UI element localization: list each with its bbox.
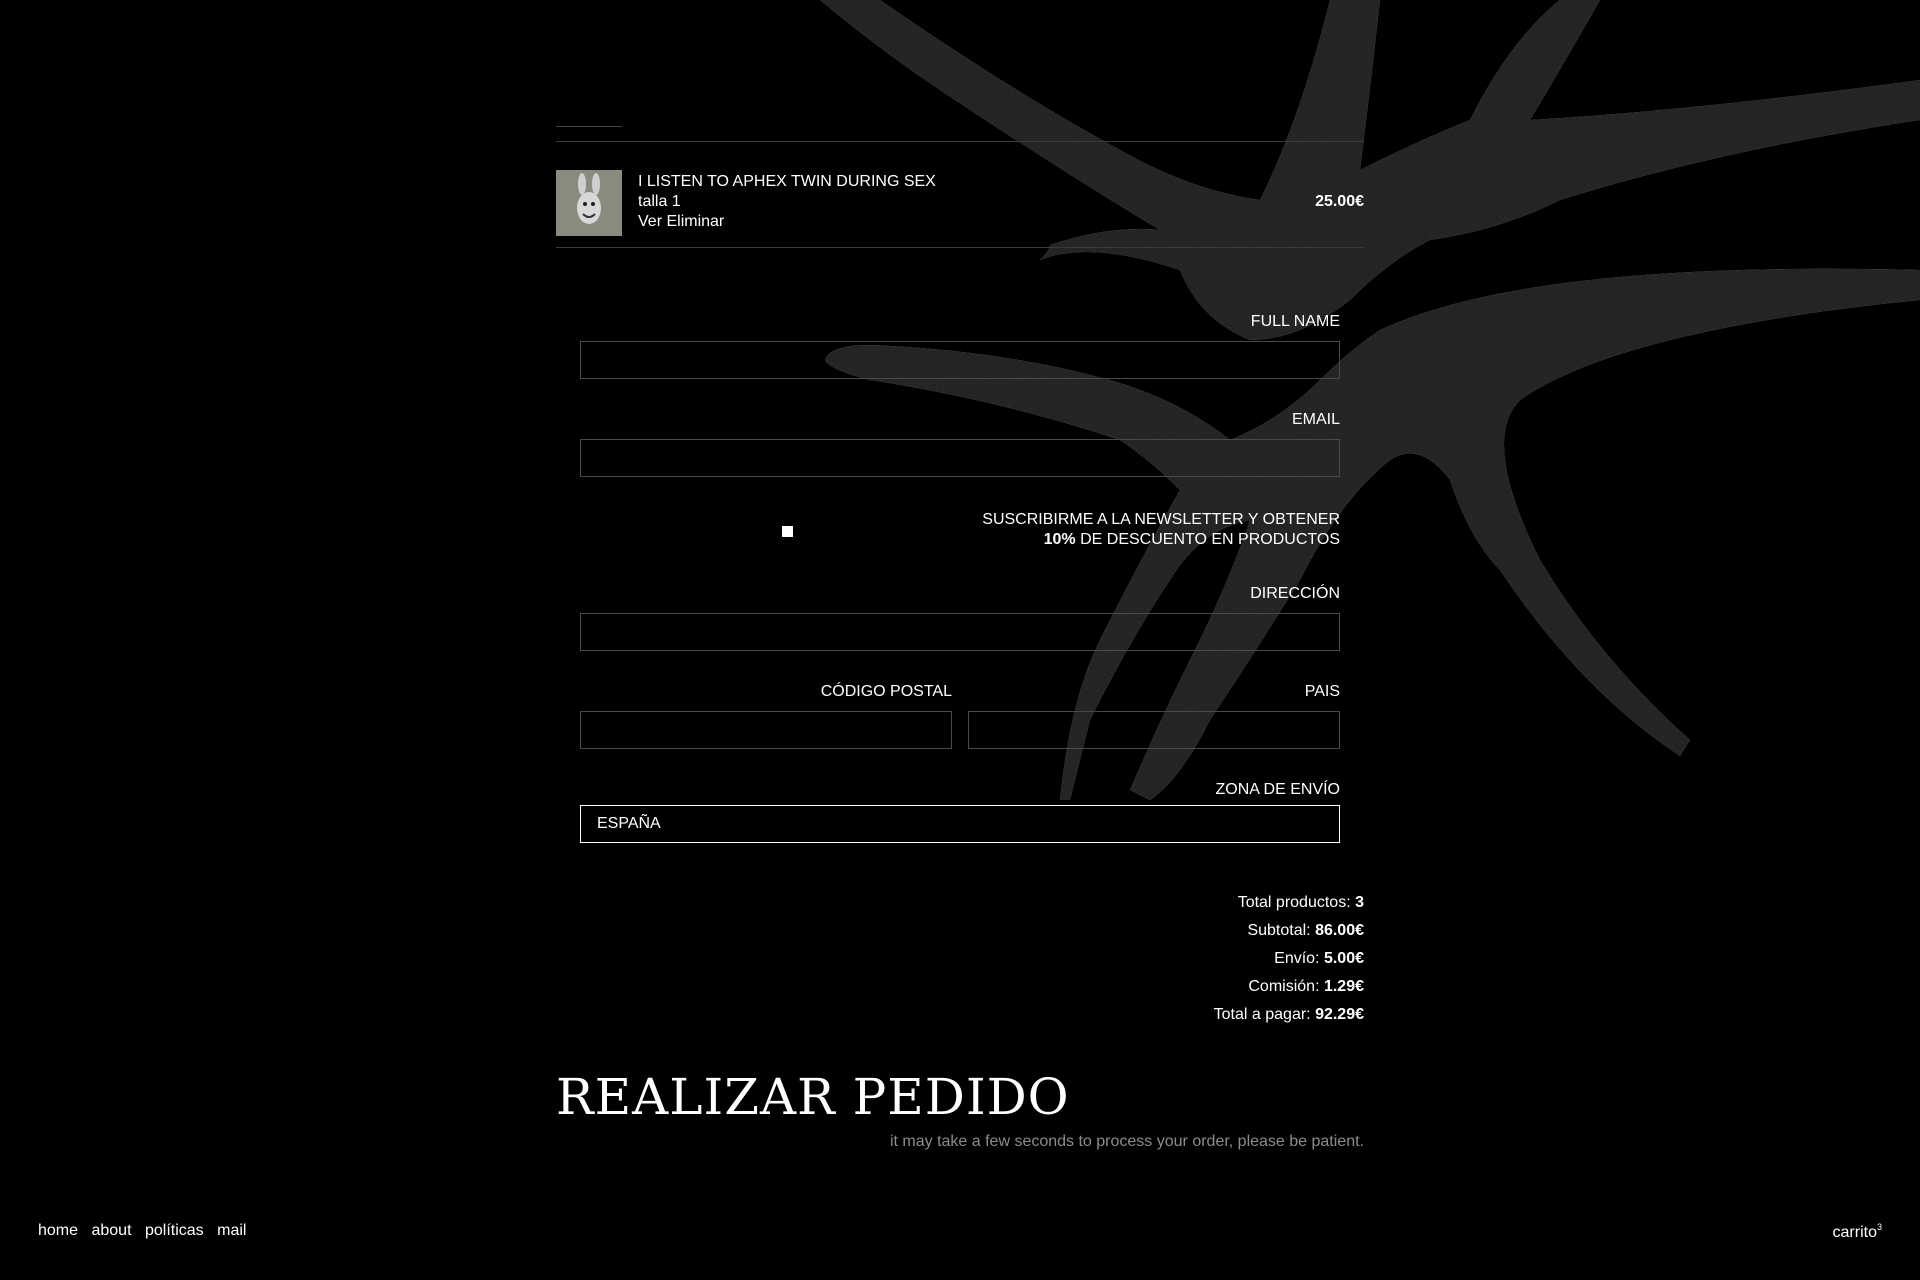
total-products-value: 3 <box>1355 894 1364 911</box>
subtotal-label: Subtotal: <box>1247 922 1316 939</box>
cart-label: carrito <box>1832 1224 1877 1241</box>
fee-value: 1.29€ <box>1323 978 1364 995</box>
product-thumbnail[interactable] <box>556 170 622 236</box>
processing-note: it may take a few seconds to process you… <box>889 1133 1364 1150</box>
fee-label: Comisión: <box>1248 978 1324 995</box>
country-input[interactable] <box>968 711 1340 749</box>
footer-link-mail[interactable]: mail <box>217 1222 246 1239</box>
newsletter-line-2: DE DESCUENTO EN PRODUCTOS <box>1075 531 1340 548</box>
newsletter-label: SUSCRIBIRME A LA NEWSLETTER Y OBTENER 10… <box>982 510 1340 550</box>
order-totals: Total productos: 3 Subtotal: 86.00€ Enví… <box>1214 889 1364 1029</box>
full-name-label: FULL NAME <box>1250 313 1340 330</box>
divider <box>556 141 1364 142</box>
newsletter-discount: 10% <box>1043 531 1076 548</box>
footer-link-about[interactable]: about <box>91 1222 131 1239</box>
address-input[interactable] <box>580 613 1340 651</box>
shipping-zone-select[interactable]: ESPAÑA <box>580 805 1340 843</box>
address-label: DIRECCIÓN <box>1250 585 1340 602</box>
newsletter-checkbox[interactable] <box>782 526 793 537</box>
shipping-value: 5.00€ <box>1323 950 1364 967</box>
cart-link[interactable]: carrito3 <box>1833 1222 1882 1242</box>
email-label: EMAIL <box>1291 411 1340 428</box>
top-divider <box>556 126 622 127</box>
total-to-pay-label: Total a pagar: <box>1213 1006 1316 1023</box>
postal-code-label: CÓDIGO POSTAL <box>820 683 952 700</box>
footer-link-policies[interactable]: políticas <box>145 1222 204 1239</box>
footer-link-home[interactable]: home <box>38 1222 78 1239</box>
total-to-pay-value: 92.29€ <box>1315 1006 1364 1023</box>
email-input[interactable] <box>580 439 1340 477</box>
place-order-button[interactable]: REALIZAR PEDIDO <box>556 1068 1070 1126</box>
product-price: 25.00€ <box>1315 193 1364 210</box>
remove-item-link[interactable]: Eliminar <box>666 213 724 230</box>
cart-count: 3 <box>1876 1222 1882 1232</box>
shipping-zone-label: ZONA DE ENVÍO <box>1215 781 1340 798</box>
country-label: PAIS <box>1304 683 1340 700</box>
divider <box>556 247 1364 248</box>
rabbit-graphic-icon <box>556 170 622 236</box>
product-size: talla 1 <box>638 193 681 210</box>
postal-code-input[interactable] <box>580 711 952 749</box>
shipping-label: Envío: <box>1274 950 1324 967</box>
newsletter-line-1: SUSCRIBIRME A LA NEWSLETTER Y OBTENER <box>982 511 1340 528</box>
full-name-input[interactable] <box>580 341 1340 379</box>
subtotal-value: 86.00€ <box>1315 922 1364 939</box>
product-name: I LISTEN TO APHEX TWIN DURING SEX <box>638 173 936 190</box>
total-products-label: Total productos: <box>1237 894 1356 911</box>
view-item-link[interactable]: Ver <box>638 213 662 230</box>
cart-item-info: I LISTEN TO APHEX TWIN DURING SEX talla … <box>638 172 936 232</box>
footer-nav: home about políticas mail <box>38 1222 255 1240</box>
